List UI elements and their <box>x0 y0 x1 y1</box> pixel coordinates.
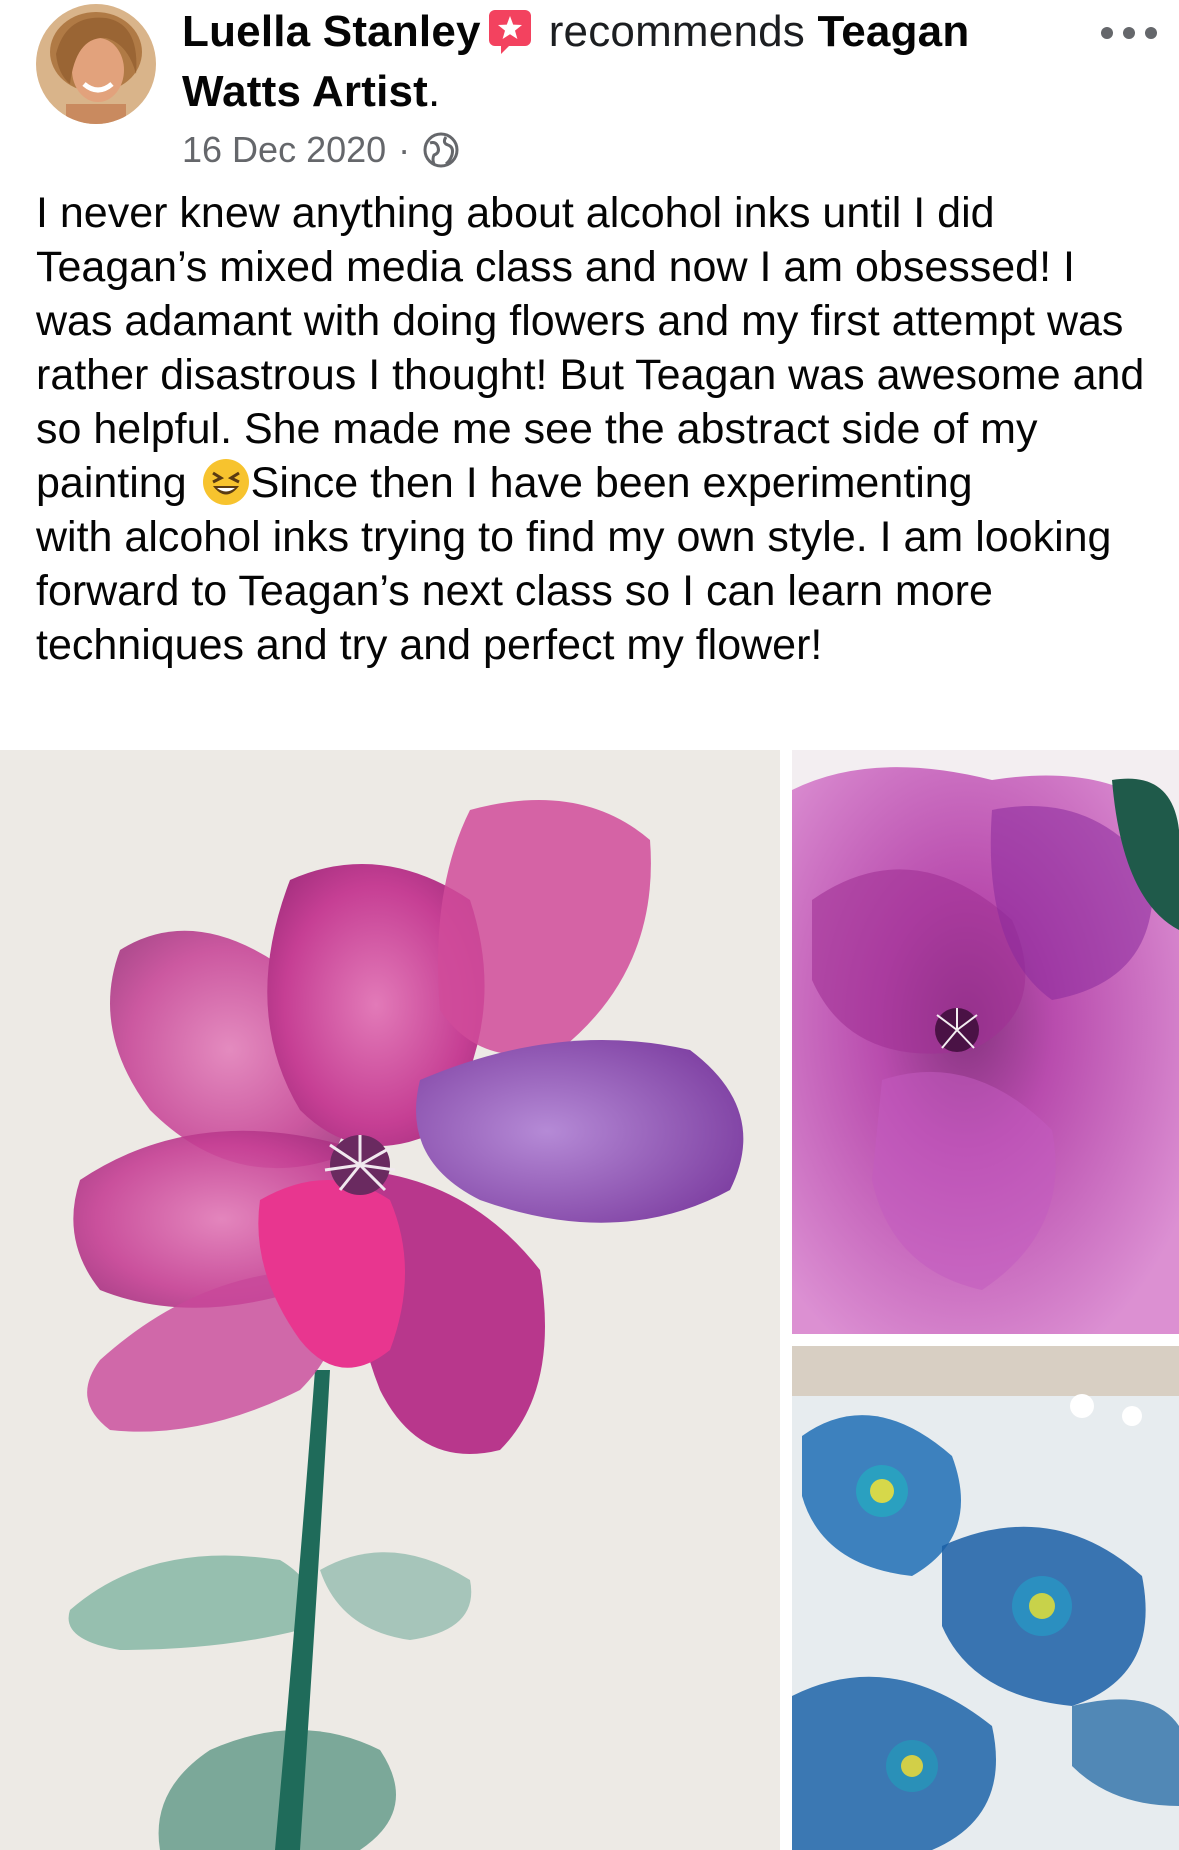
author-name[interactable]: Luella Stanley <box>182 7 481 56</box>
action-text: recommends <box>548 7 805 56</box>
page-name-part-2[interactable]: Watts Artist <box>182 67 428 116</box>
post-body-line: Since then I have been experimenting <box>250 459 973 507</box>
post-headline: Luella Stanley recommends Teagan Watts Art… <box>182 2 1042 122</box>
post-meta: 16 Dec 2020 · <box>182 126 460 174</box>
headline-period: . <box>428 67 441 116</box>
photo-magenta-flower[interactable] <box>792 750 1179 1334</box>
author-avatar[interactable] <box>36 4 156 124</box>
post-body-paragraph: with alcohol inks trying to find my own … <box>36 510 1156 672</box>
photo-grid <box>0 750 1179 1850</box>
photo-blue-flowers[interactable] <box>792 1346 1179 1850</box>
photo-pink-flower[interactable] <box>0 750 780 1850</box>
post-header: Luella Stanley recommends Teagan Watts Art… <box>0 0 1179 190</box>
meta-separator: · <box>398 129 411 170</box>
page-name-part-1[interactable]: Teagan <box>817 7 969 56</box>
globe-icon <box>423 132 459 168</box>
post-body-paragraph: I never knew anything about alcohol inks… <box>36 186 1156 510</box>
post-date[interactable]: 16 Dec 2020 <box>182 129 386 171</box>
grinning-squinting-face-emoji <box>201 457 251 507</box>
post-body: I never knew anything about alcohol inks… <box>36 186 1156 672</box>
more-options-icon[interactable] <box>1101 16 1157 50</box>
recommendation-star-icon <box>487 8 533 54</box>
post-body-line: with alcohol inks trying to find my own … <box>36 513 1112 669</box>
